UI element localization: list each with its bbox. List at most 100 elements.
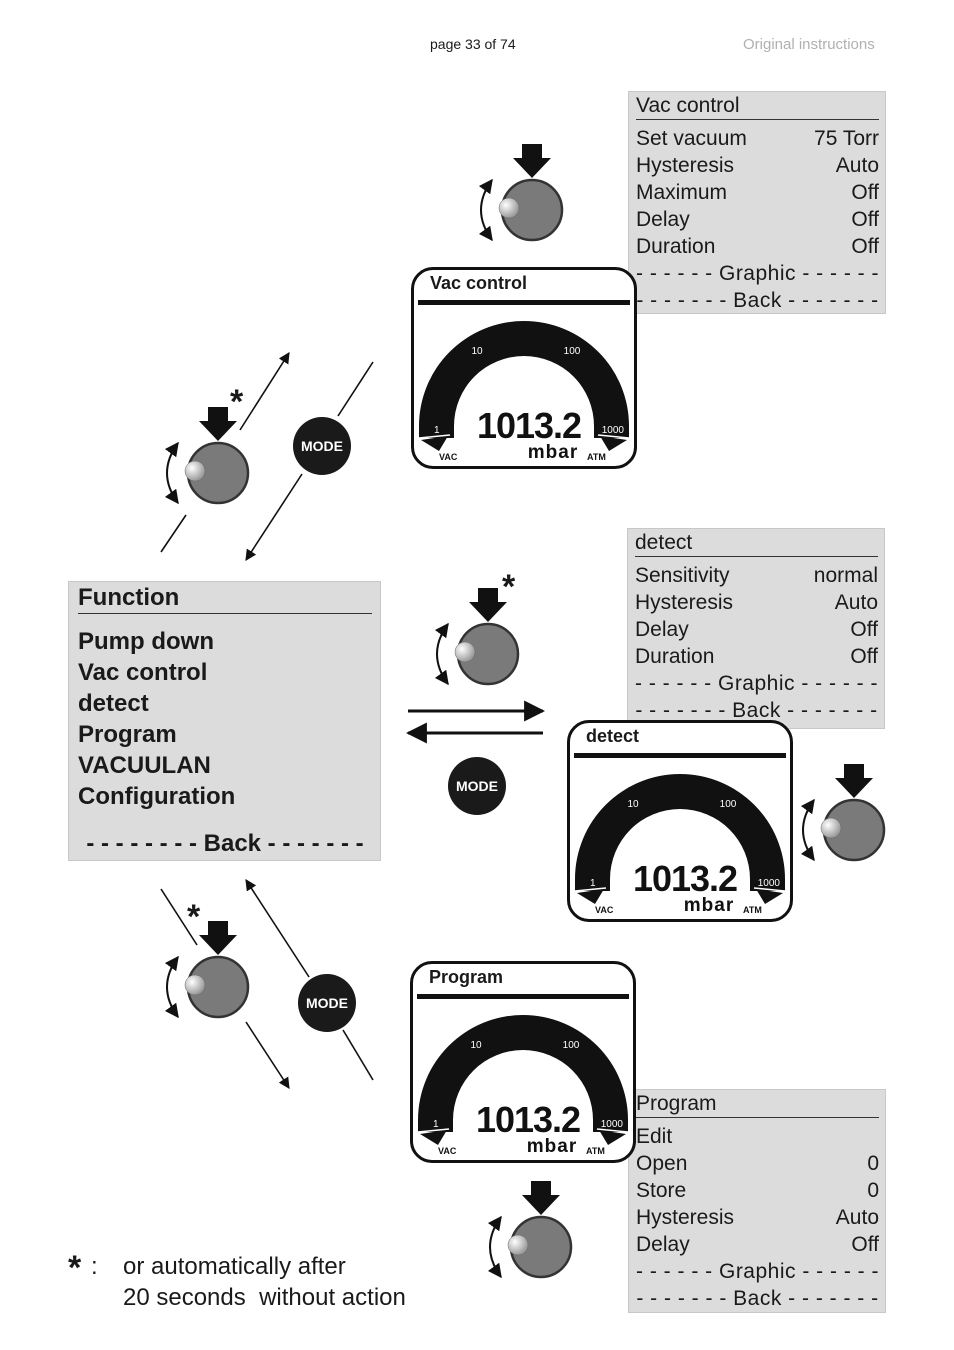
rotary-knob[interactable]	[164, 407, 250, 505]
flow-line	[337, 361, 374, 417]
function-menu: Function Pump down Vac control detect Progr…	[68, 581, 381, 861]
menu-item-value: Off	[851, 208, 879, 231]
vac-control-menu: Vac control Set vacuum 75 Torr Hysteresis A…	[628, 91, 886, 314]
menu-item[interactable]: Delay Off	[636, 206, 879, 233]
vacuum-display: detect 1 10 100 1000 1013.2 mbar VAC ATM	[567, 720, 793, 922]
menu-item[interactable]: detect	[78, 688, 372, 719]
footnote-line1: or automatically after	[123, 1253, 346, 1280]
flow-line	[160, 514, 187, 553]
rotary-knob[interactable]	[478, 144, 564, 242]
menu-item-label: Delay	[636, 208, 690, 231]
gauge-tick-label: 10	[471, 346, 483, 357]
vac-pointer	[421, 436, 448, 451]
asterisk: *	[187, 898, 201, 936]
flow-line	[342, 1029, 374, 1081]
menu-item[interactable]: Hysteresis Auto	[636, 152, 879, 179]
vacuum-display: Vac control 1 10 100 1000 1013.2 mbar VAC ATM	[411, 267, 637, 469]
asterisk: *	[230, 383, 244, 421]
mode-label: MODE	[301, 438, 343, 454]
rotary-knob[interactable]	[800, 764, 886, 862]
gauge-tick-label: 1	[590, 878, 596, 889]
rotary-knob[interactable]	[164, 921, 250, 1019]
mode-label: MODE	[456, 778, 498, 794]
menu-item-back[interactable]: - - - - - - - Back - - - - - - -	[636, 287, 879, 314]
mode-label: MODE	[306, 995, 348, 1011]
program-menu: Program Edit Open 0 Store 0 Hysteresis Auto Del…	[628, 1089, 886, 1313]
flow-arrow	[245, 879, 310, 978]
menu-item[interactable]: Duration Off	[636, 233, 879, 260]
rotate-arrow-icon	[487, 1215, 502, 1279]
menu-title: detect	[635, 529, 878, 557]
menu-item[interactable]: Hysteresis Auto	[636, 1204, 879, 1231]
menu-item-value: Off	[851, 235, 879, 258]
menu-item-label: Open	[636, 1152, 688, 1175]
vac-label: VAC	[439, 452, 458, 462]
menu-item-back[interactable]: - - - - - - - - Back - - - - - - -	[78, 828, 372, 859]
flow-arrow	[245, 473, 303, 561]
menu-title: Function	[78, 582, 372, 614]
atm-label: ATM	[743, 905, 762, 915]
menu-item-value: Auto	[834, 591, 878, 614]
pressure-unit: mbar	[684, 895, 734, 916]
gauge-tick-label: 100	[563, 1040, 580, 1051]
menu-item-label: Maximum	[636, 181, 728, 204]
menu-item[interactable]: Delay Off	[635, 616, 878, 643]
menu-item-label: Store	[636, 1179, 687, 1202]
atm-pointer	[756, 889, 783, 904]
menu-item-label: Set vacuum	[636, 127, 747, 150]
gauge-tick-label: 10	[470, 1040, 482, 1051]
asterisk: *	[502, 568, 516, 606]
manual-page: page 33 of 74 Original instructions MODE…	[0, 0, 954, 1350]
knob-indicator	[498, 197, 520, 219]
menu-item-graphic[interactable]: - - - - - - Graphic - - - - - -	[636, 1258, 879, 1285]
menu-item-back[interactable]: - - - - - - - Back - - - - - - -	[636, 1285, 879, 1312]
menu-item[interactable]: Duration Off	[635, 643, 878, 670]
pressure-value: 1013.2	[476, 1099, 580, 1140]
menu-item[interactable]: Store 0	[636, 1177, 879, 1204]
knob-indicator	[820, 817, 842, 839]
menu-item[interactable]: Program	[78, 719, 372, 750]
menu-item[interactable]: Set vacuum 75 Torr	[636, 125, 879, 152]
gauge: 1 10 100 1000 1013.2mbar VAC ATM	[574, 774, 786, 916]
menu-item-value: 0	[867, 1179, 879, 1202]
gauge-tick-label: 100	[720, 799, 737, 810]
menu-item[interactable]: Configuration	[78, 781, 372, 812]
gauge-tick-label: 1000	[758, 878, 781, 889]
menu-item[interactable]: Vac control	[78, 657, 372, 688]
menu-item[interactable]: Delay Off	[636, 1231, 879, 1258]
menu-item-value: Off	[850, 618, 878, 641]
menu-item[interactable]: Sensitivity normal	[635, 562, 878, 589]
menu-item-value: 75 Torr	[814, 127, 879, 150]
mode-button[interactable]: MODE	[298, 974, 356, 1032]
knob-indicator	[184, 460, 206, 482]
gauge-tick-label: 1	[433, 1119, 439, 1130]
menu-item-value: normal	[813, 564, 878, 587]
detect-menu: detect Sensitivity normal Hysteresis Auto De…	[627, 528, 885, 729]
menu-item-value: Off	[850, 645, 878, 668]
menu-item-graphic[interactable]: - - - - - - Graphic - - - - - -	[636, 260, 879, 287]
pressure-unit: mbar	[527, 1136, 577, 1157]
press-arrow-icon	[513, 144, 551, 178]
menu-item-value: Auto	[835, 1206, 879, 1229]
gauge-tick-label: 1000	[602, 425, 625, 436]
rotary-knob[interactable]	[487, 1181, 573, 1279]
press-arrow-icon	[199, 921, 237, 955]
menu-item[interactable]: Hysteresis Auto	[635, 589, 878, 616]
mode-button[interactable]: MODE	[448, 757, 506, 815]
menu-item-label: Sensitivity	[635, 564, 730, 587]
menu-item-label: Delay	[636, 1233, 690, 1256]
vac-label: VAC	[438, 1146, 457, 1156]
mode-button[interactable]: MODE	[293, 417, 351, 475]
menu-item[interactable]: Edit	[636, 1123, 879, 1150]
menu-item-value: Off	[851, 1233, 879, 1256]
menu-item[interactable]: Pump down	[78, 626, 372, 657]
menu-item-graphic[interactable]: - - - - - - Graphic - - - - - -	[635, 670, 878, 697]
rotate-arrow-icon	[800, 798, 815, 862]
menu-item[interactable]: Open 0	[636, 1150, 879, 1177]
pressure-value: 1013.2	[633, 858, 737, 899]
menu-item-label: Duration	[636, 235, 716, 258]
footnote-line2: 20 seconds without action	[123, 1284, 406, 1311]
rotate-arrow-icon	[164, 955, 179, 1019]
menu-item[interactable]: Maximum Off	[636, 179, 879, 206]
menu-item[interactable]: VACUULAN	[78, 750, 372, 781]
